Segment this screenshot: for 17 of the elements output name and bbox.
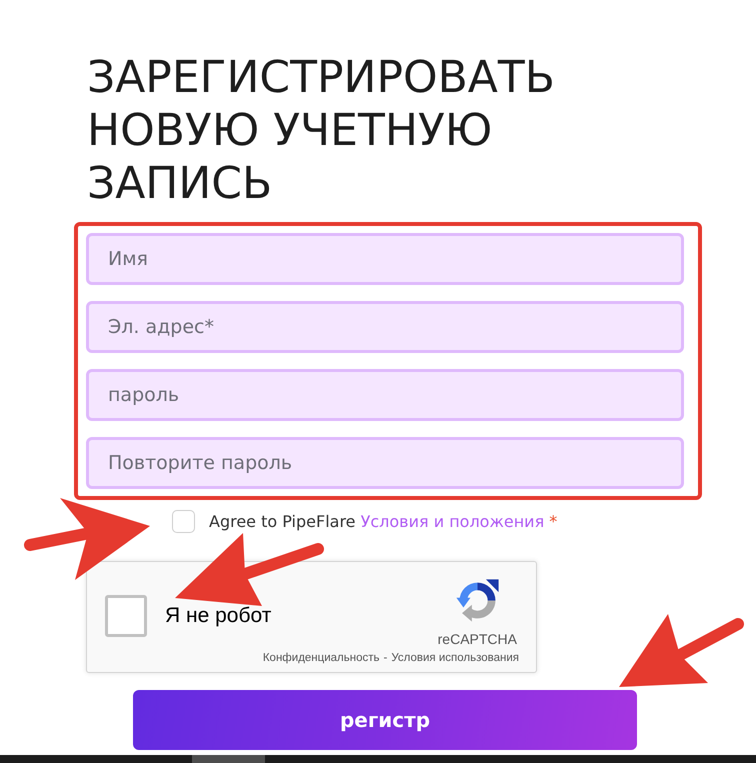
captcha-label: Я не робот [165, 604, 272, 628]
circular-arrows-icon [454, 578, 500, 623]
input-field[interactable]: Повторите пароль [86, 437, 684, 489]
scrollbar-thumb[interactable] [192, 755, 265, 763]
input-field[interactable]: Эл. адрес* [86, 301, 684, 353]
captcha-checkbox[interactable] [105, 595, 147, 637]
input-field[interactable]: Имя [86, 233, 684, 285]
page-title: ЗАРЕГИСТРИРОВАТЬ НОВУЮ УЧЕТНУЮ ЗАПИСЬ [87, 51, 556, 210]
captcha-brand: reCAPTCHA [438, 630, 517, 648]
agreement-text: Agree to PipeFlare Условия и положения * [209, 512, 558, 531]
terms-link[interactable]: Условия и положения [360, 512, 544, 531]
privacy-link[interactable]: Конфиденциальность [262, 651, 380, 665]
terms-of-use-link[interactable]: Условия использования [391, 651, 519, 665]
register-button[interactable]: регистр [133, 690, 637, 750]
checkbox[interactable] [172, 510, 195, 533]
input-field[interactable]: пароль [86, 369, 684, 421]
link-separator: - [384, 651, 388, 665]
